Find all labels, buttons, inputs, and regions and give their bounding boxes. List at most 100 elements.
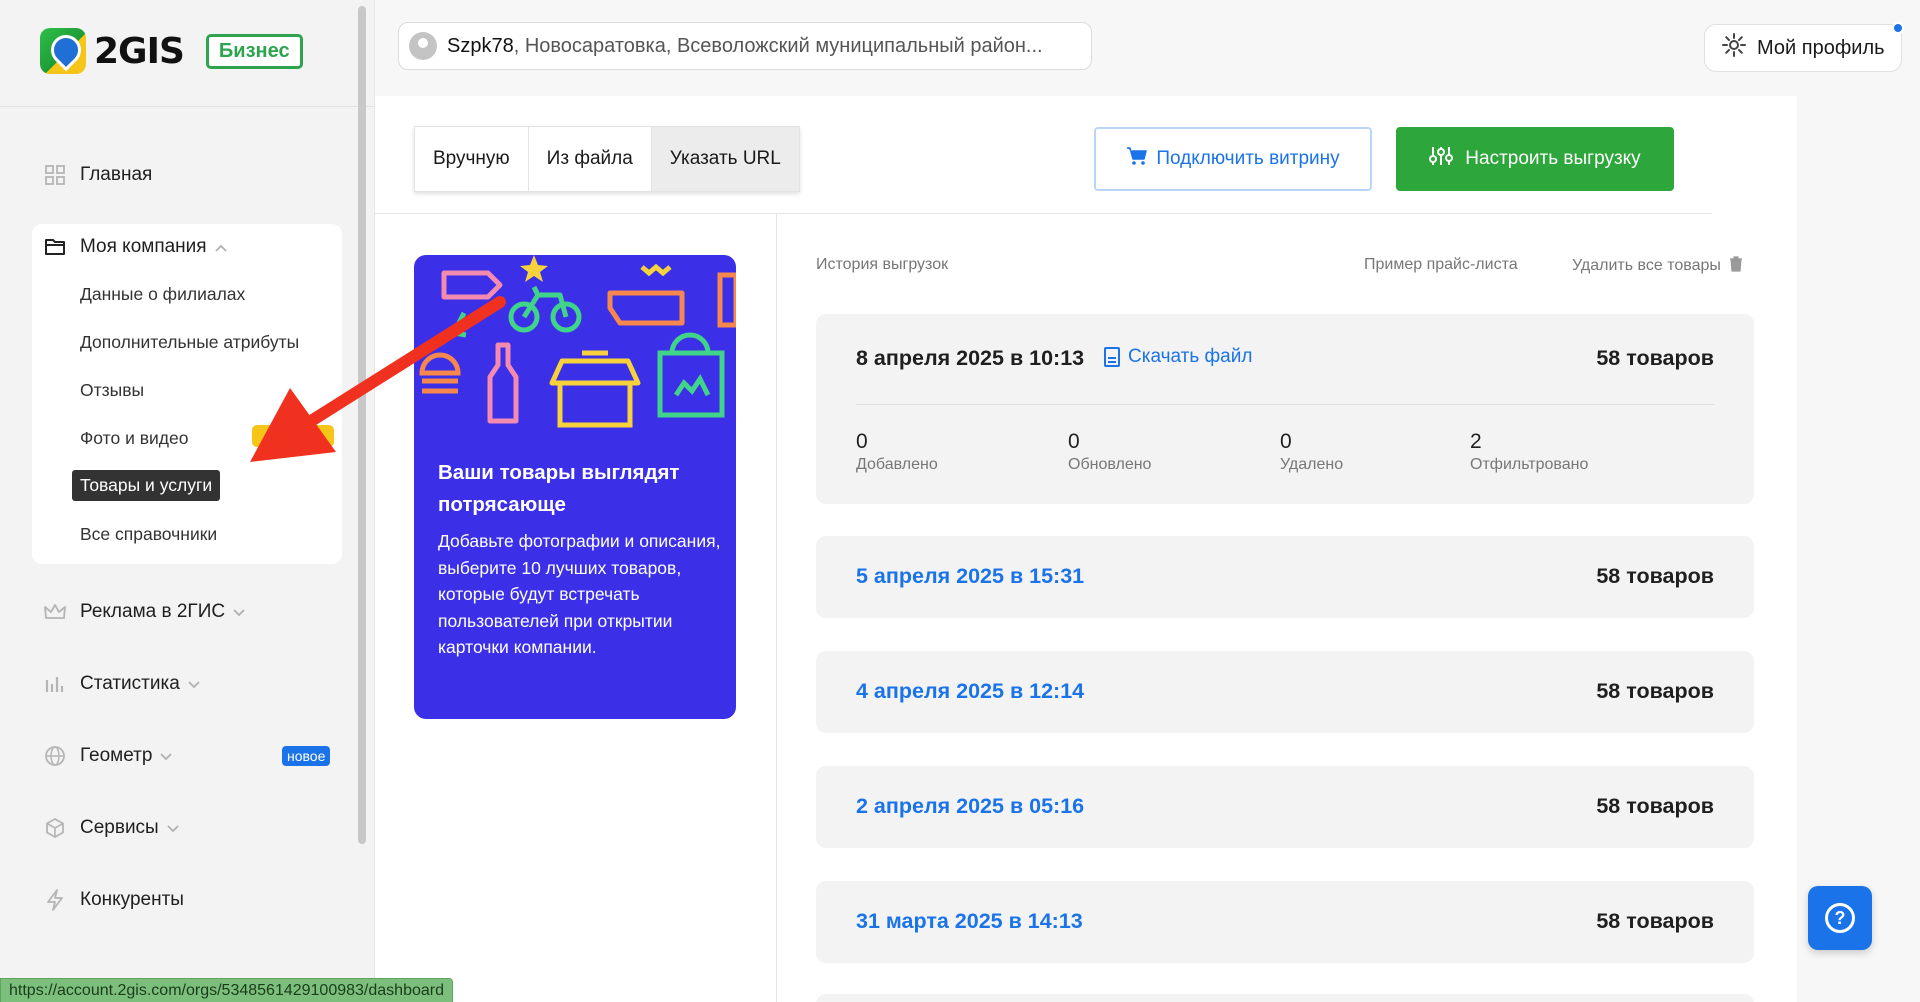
2gis-logo-icon [40,28,86,74]
sidebar-item-label: Сервисы [80,817,159,838]
stat-label: Добавлено [856,456,938,473]
upload-method-tabs: Вручную Из файла Указать URL [414,126,800,192]
submenu-photo-video[interactable]: Фото и видео [80,428,188,449]
configure-export-button[interactable]: Настроить выгрузку [1396,127,1674,191]
company-address-selector[interactable]: Szpk78 , Новосаратовка, Всеволожский мун… [398,22,1092,70]
history-date[interactable]: 2 апреля 2025 в 05:16 [856,794,1084,819]
price-list-sample-link[interactable]: Пример прайс-листа [1364,256,1518,274]
chevron-down-icon [188,676,200,692]
submenu-all-directories[interactable]: Все справочники [80,524,217,545]
sidebar-item-my-company[interactable]: Моя компания [44,236,227,258]
company-avatar [409,32,437,60]
sidebar-item-competitors[interactable]: Конкуренты [44,889,184,911]
history-entry[interactable] [816,994,1754,1002]
history-count: 58 товаров [1596,564,1714,588]
column-divider [776,214,777,1002]
history-count: 58 товаров [1596,794,1714,818]
company-section [32,224,342,564]
crown-icon [44,601,66,623]
sidebar-item-home[interactable]: Главная [44,164,152,186]
question-icon: ? [1825,903,1855,933]
submenu-reviews[interactable]: Отзывы [80,380,144,401]
history-entry: 8 апреля 2025 в 10:13 Скачать файл 58 то… [816,314,1754,504]
chevron-down-icon [233,604,245,620]
sidebar: 2GIS Бизнес Главная Моя компания Данные … [0,0,375,1002]
history-entry[interactable]: 4 апреля 2025 в 12:14 58 товаров [816,651,1754,733]
business-badge: Бизнес [205,33,303,69]
bar-chart-icon [44,673,66,695]
delete-all-products-link[interactable]: Удалить все товары [1572,256,1743,276]
sidebar-item-label: Главная [80,164,153,185]
tab-manual[interactable]: Вручную [415,127,529,191]
document-icon [1104,347,1120,367]
new-badge: новое [282,746,331,766]
sidebar-item-statistics[interactable]: Статистика [44,673,200,695]
stat-value: 0 [856,430,868,453]
tab-from-file[interactable]: Из файла [529,127,652,191]
chevron-down-icon [167,820,179,836]
history-date: 8 апреля 2025 в 10:13 [856,346,1085,370]
sidebar-item-label: Моя компания [80,236,207,257]
history-entry[interactable]: 31 марта 2025 в 14:13 58 товаров [816,881,1754,963]
history-date[interactable]: 31 марта 2025 в 14:13 [856,909,1083,934]
history-count: 58 товаров [1596,909,1714,933]
products-illustration [419,255,736,428]
history-entry[interactable]: 5 апреля 2025 в 15:31 58 товаров [816,536,1754,618]
connect-showcase-label: Подключить витрину [1156,148,1340,169]
logo[interactable]: 2GIS Бизнес [40,28,303,74]
delete-all-label: Удалить все товары [1572,257,1721,274]
promo-card: Ваши товары выглядят потрясающе Добавьте… [414,255,736,719]
help-button[interactable]: ? [1808,886,1872,950]
stat-value: 0 [1280,430,1292,453]
connect-showcase-button[interactable]: Подключить витрину [1094,127,1372,191]
history-date[interactable]: 4 апреля 2025 в 12:14 [856,679,1084,704]
grid-icon [44,164,66,186]
sidebar-divider [0,106,374,107]
stat-updated: 0 Обновлено [1068,430,1151,474]
stat-value: 2 [1470,430,1482,453]
history-title: История выгрузок [816,256,949,273]
gear-icon [1721,32,1747,65]
divider [375,213,1712,214]
promo-text: Добавьте фотографии и описания, выберите… [438,531,721,657]
download-file-link[interactable]: Скачать файл [1104,346,1252,368]
sidebar-item-label: Геометр [80,745,153,766]
company-address: , Новосаратовка, Всеволожский муниципаль… [513,34,1043,57]
cube-icon [44,817,66,839]
history-date[interactable]: 5 апреля 2025 в 15:31 [856,564,1084,589]
trash-icon [1729,256,1743,276]
sidebar-item-label: Конкуренты [80,889,184,910]
stat-deleted: 0 Удалено [1280,430,1343,474]
sidebar-scrollbar[interactable] [358,6,366,844]
tab-url[interactable]: Указать URL [651,127,799,191]
logo-text: 2GIS [94,30,185,72]
sidebar-item-advertising[interactable]: Реклама в 2ГИС [44,601,245,623]
sidebar-item-label: Реклама в 2ГИС [80,601,226,622]
sidebar-item-geometer[interactable]: Геометр [44,745,173,767]
stat-value: 0 [1068,430,1080,453]
folder-icon [44,236,66,258]
stat-filtered: 2 Отфильтровано [1470,430,1588,474]
submenu-extra-attributes[interactable]: Дополнительные атрибуты [80,332,299,353]
promo-title: Ваши товары выглядят потрясающе [438,461,680,516]
sidebar-item-label: Статистика [80,673,180,694]
status-bar-url: https://account.2gis.com/orgs/5348561429… [0,978,453,1002]
download-file-label: Скачать файл [1128,346,1253,367]
configure-export-label: Настроить выгрузку [1465,148,1641,169]
media-badge [252,425,334,447]
notification-dot [1891,22,1904,34]
stat-label: Удалено [1280,456,1344,473]
stat-label: Отфильтровано [1470,456,1589,473]
history-count: 58 товаров [1596,346,1714,370]
cart-icon [1126,146,1148,172]
history-entry[interactable]: 2 апреля 2025 в 05:16 58 товаров [816,766,1754,848]
submenu-branch-data[interactable]: Данные о филиалах [80,284,245,305]
profile-button[interactable]: Мой профиль [1704,22,1904,72]
company-name: Szpk78 [447,34,514,57]
sidebar-item-services[interactable]: Сервисы [44,817,179,839]
stat-label: Обновлено [1068,456,1152,473]
chevron-down-icon [160,748,173,764]
submenu-products-services[interactable]: Товары и услуги [72,470,221,501]
stat-added: 0 Добавлено [856,430,938,474]
lightning-icon [44,889,66,911]
